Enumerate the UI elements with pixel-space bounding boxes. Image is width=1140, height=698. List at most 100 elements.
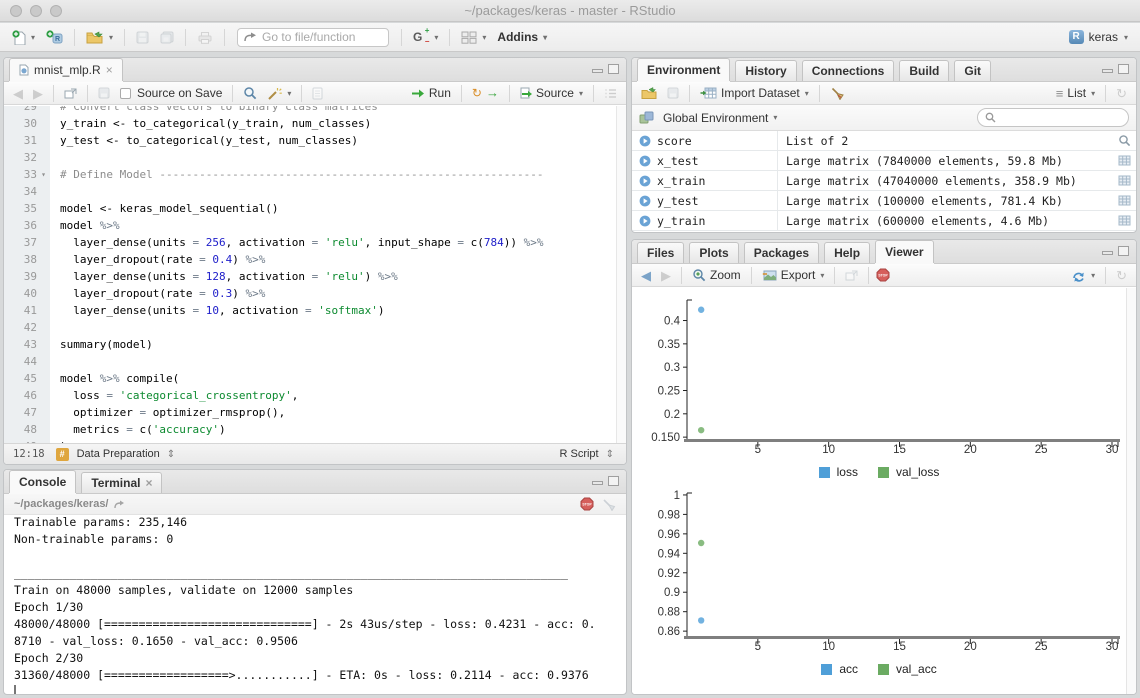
environment-row-x_test[interactable]: x_testLarge matrix (7840000 elements, 59… xyxy=(632,151,1136,171)
editor-scrollbar[interactable] xyxy=(616,106,626,443)
section-navigator[interactable]: Data Preparation xyxy=(53,446,179,463)
refresh-viewer-button[interactable]: ↻ xyxy=(1113,267,1130,284)
tab-files[interactable]: Files xyxy=(637,242,684,263)
compile-report-button[interactable] xyxy=(309,85,326,102)
expand-object-icon[interactable] xyxy=(639,195,651,207)
project-menu-button[interactable]: R keras xyxy=(1066,28,1131,46)
maximize-pane-icon[interactable] xyxy=(608,476,619,486)
goto-file-function-input[interactable] xyxy=(262,30,372,44)
console-line: 31360/48000 [==================>........… xyxy=(14,667,616,684)
load-workspace-button[interactable] xyxy=(638,85,660,101)
open-file-button[interactable] xyxy=(83,29,116,46)
tab-viewer[interactable]: Viewer xyxy=(875,240,933,263)
tab-terminal[interactable]: Terminal xyxy=(81,472,162,493)
addins-menu-button[interactable]: Addins xyxy=(494,28,550,46)
expand-object-icon[interactable] xyxy=(639,175,651,187)
tab-mnist-mlp-r[interactable]: mnist_mlp.R xyxy=(9,58,123,81)
expand-object-icon[interactable] xyxy=(639,135,651,147)
viewer-scrollbar[interactable] xyxy=(1126,288,1136,694)
tab-packages[interactable]: Packages xyxy=(744,242,819,263)
clear-environment-button[interactable] xyxy=(827,85,847,102)
zoom-window-button[interactable] xyxy=(50,5,62,17)
git-menu-button[interactable]: G+− xyxy=(410,28,441,46)
working-directory: ~/packages/keras/ xyxy=(14,498,109,510)
data-grid-icon[interactable] xyxy=(1118,175,1131,186)
checkbox-icon[interactable] xyxy=(120,88,131,99)
close-window-button[interactable] xyxy=(10,5,22,17)
list-view-selector[interactable]: ≡ List xyxy=(1053,84,1098,102)
console-output[interactable]: Trainable params: 235,146Non-trainable p… xyxy=(4,516,626,694)
data-grid-icon[interactable] xyxy=(1118,155,1131,166)
inspect-icon[interactable] xyxy=(1118,134,1131,147)
minimize-pane-icon[interactable] xyxy=(1102,69,1113,73)
source-button[interactable]: Source xyxy=(517,84,586,102)
code-editor[interactable]: 29# Convert class vectors to binary clas… xyxy=(4,106,626,443)
find-replace-button[interactable] xyxy=(240,84,260,102)
tab-git[interactable]: Git xyxy=(954,60,991,81)
goto-file-function-box[interactable] xyxy=(237,28,389,47)
object-name: y_test xyxy=(657,194,699,208)
publish-button[interactable] xyxy=(1068,267,1098,284)
forward-button[interactable]: ▶ xyxy=(30,85,46,102)
popout-viewer-button[interactable] xyxy=(842,268,861,283)
clear-console-broom-icon[interactable] xyxy=(602,498,616,511)
new-project-button[interactable]: R xyxy=(43,28,66,47)
file-type-selector[interactable]: R Script xyxy=(556,446,617,462)
popout-button[interactable] xyxy=(61,86,80,101)
save-workspace-button[interactable] xyxy=(664,85,682,101)
tab-plots[interactable]: Plots xyxy=(689,242,738,263)
expand-object-icon[interactable] xyxy=(639,215,651,227)
tab-environment[interactable]: Environment xyxy=(637,58,730,81)
document-outline-button[interactable] xyxy=(601,86,620,101)
print-button[interactable] xyxy=(194,29,216,46)
workspace-panes-button[interactable] xyxy=(458,29,489,46)
close-icon[interactable] xyxy=(106,65,113,75)
environment-search-box[interactable] xyxy=(977,108,1129,127)
expand-object-icon[interactable] xyxy=(639,155,651,167)
stop-viewer-icon[interactable]: STOP xyxy=(876,268,890,282)
run-button[interactable]: Run xyxy=(408,84,454,102)
toolbar-separator xyxy=(124,29,125,46)
maximize-pane-icon[interactable] xyxy=(608,64,619,74)
refresh-environment-button[interactable]: ↻ xyxy=(1113,85,1130,102)
save-all-button[interactable] xyxy=(157,29,177,46)
tab-connections[interactable]: Connections xyxy=(802,60,895,81)
code-tools-button[interactable] xyxy=(264,85,294,102)
import-dataset-button[interactable]: Import Dataset xyxy=(697,84,812,102)
environment-search-input[interactable] xyxy=(1000,112,1110,124)
environment-row-score[interactable]: scoreList of 2 xyxy=(632,131,1136,151)
close-icon[interactable] xyxy=(145,478,152,488)
minimize-pane-icon[interactable] xyxy=(592,69,603,73)
rerun-button[interactable]: ↻ → xyxy=(469,85,502,101)
list-view-label: List xyxy=(1067,86,1086,100)
source-on-save-toggle[interactable]: Source on Save xyxy=(117,84,225,102)
new-file-button[interactable] xyxy=(9,28,38,47)
save-button[interactable] xyxy=(133,29,152,46)
environment-row-y_train[interactable]: y_trainLarge matrix (600000 elements, 4.… xyxy=(632,211,1136,231)
tab-history[interactable]: History xyxy=(735,60,796,81)
export-button[interactable]: Export xyxy=(759,266,828,284)
back-button[interactable]: ◀ xyxy=(10,85,26,102)
environment-row-x_train[interactable]: x_trainLarge matrix (47040000 elements, … xyxy=(632,171,1136,191)
maximize-pane-icon[interactable] xyxy=(1118,64,1129,74)
goto-directory-icon[interactable] xyxy=(114,500,125,509)
tab-build[interactable]: Build xyxy=(899,60,949,81)
minimize-pane-icon[interactable] xyxy=(1102,251,1113,255)
environment-row-y_test[interactable]: y_testLarge matrix (100000 elements, 781… xyxy=(632,191,1136,211)
data-grid-icon[interactable] xyxy=(1118,195,1131,206)
back-button[interactable]: ◀ xyxy=(638,267,654,284)
forward-button[interactable]: ▶ xyxy=(658,267,674,284)
environment-scope-selector[interactable]: Global Environment xyxy=(660,109,780,127)
svg-text:0.98: 0.98 xyxy=(658,509,680,521)
zoom-plot-button[interactable]: Zoom xyxy=(689,266,744,284)
code-text xyxy=(50,183,67,200)
stop-icon[interactable]: STOP xyxy=(580,497,594,511)
maximize-pane-icon[interactable] xyxy=(1118,246,1129,256)
save-source-button[interactable] xyxy=(95,85,113,101)
fold-arrow-icon[interactable]: ▾ xyxy=(37,166,50,183)
data-grid-icon[interactable] xyxy=(1118,215,1131,226)
tab-console[interactable]: Console xyxy=(9,470,76,493)
minimize-pane-icon[interactable] xyxy=(592,481,603,485)
minimize-window-button[interactable] xyxy=(30,5,42,17)
tab-help[interactable]: Help xyxy=(824,242,870,263)
